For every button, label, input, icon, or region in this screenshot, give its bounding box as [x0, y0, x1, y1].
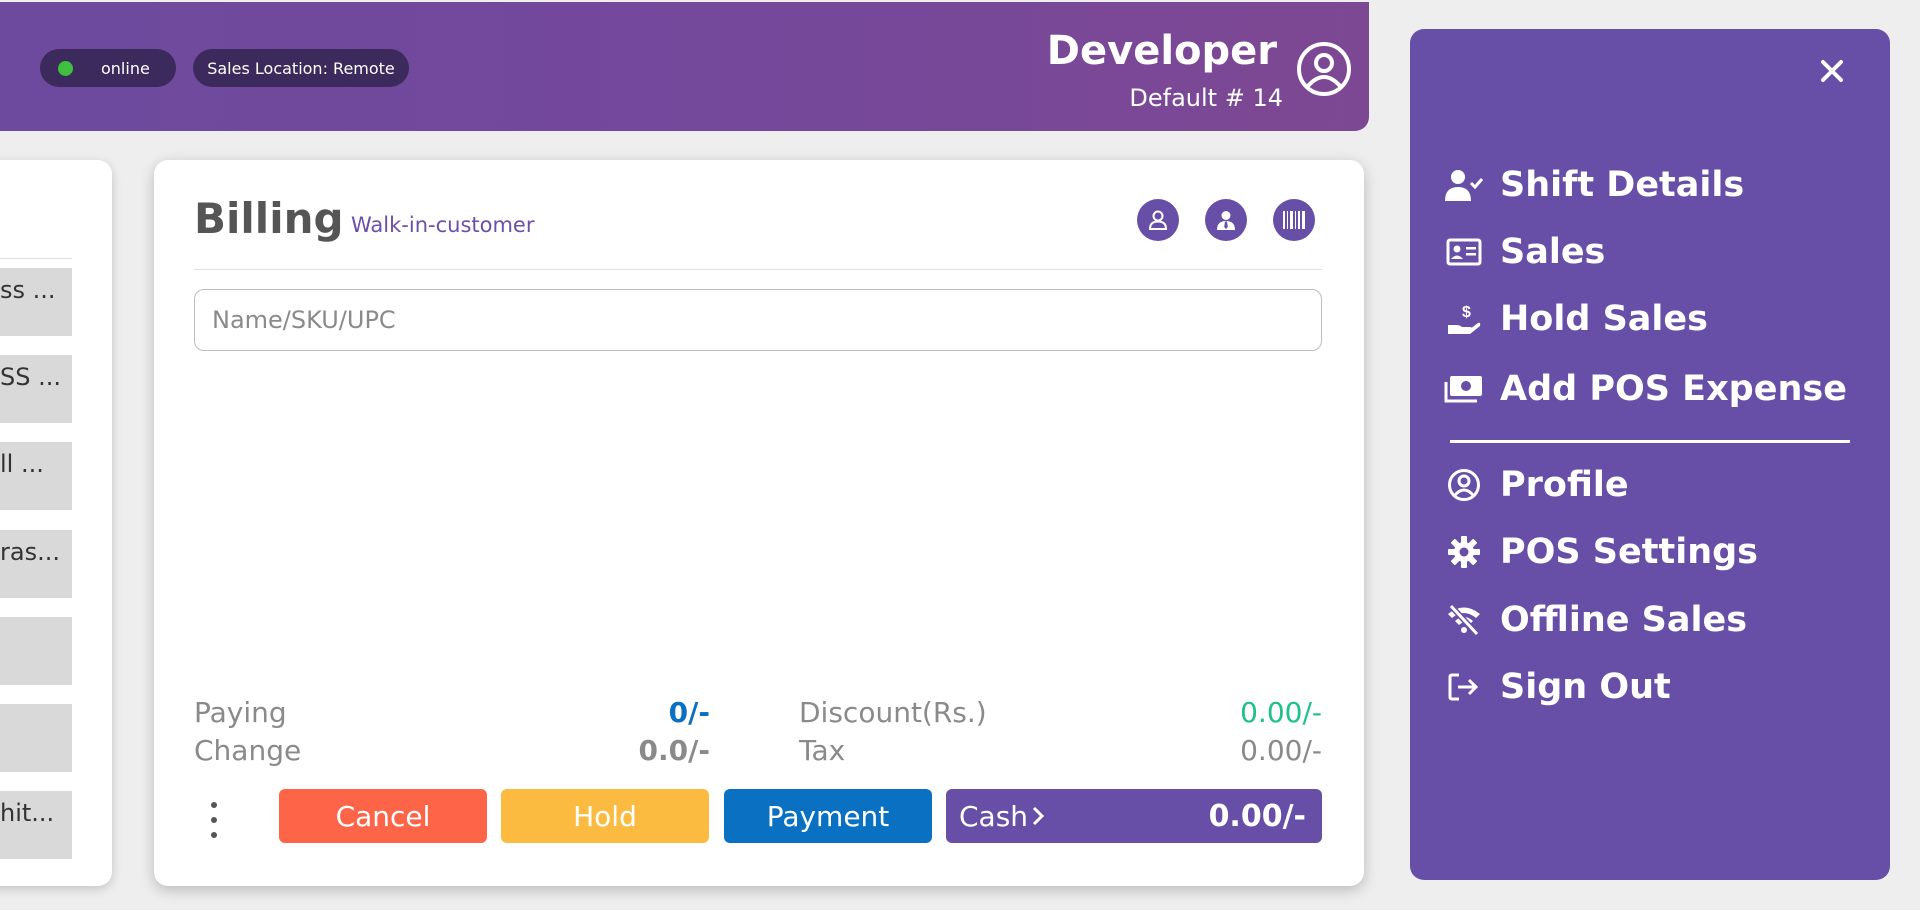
menu-item-shift-details[interactable]: Shift Details: [1444, 165, 1744, 205]
product-tile[interactable]: ss ...: [0, 268, 72, 336]
hold-button[interactable]: Hold: [501, 789, 709, 843]
cash-label: Cash: [959, 799, 1029, 833]
user-circle-icon: [1444, 465, 1484, 505]
online-status-dot: [58, 60, 73, 76]
menu-item-pos-settings[interactable]: POS Settings: [1444, 532, 1758, 572]
product-tile[interactable]: ras...: [0, 530, 72, 598]
menu-divider: [1450, 440, 1850, 443]
cash-amount: 0.00/-: [1208, 798, 1306, 834]
product-tile[interactable]: hit...: [0, 791, 72, 859]
change-label: Change: [194, 734, 302, 767]
id-card-icon: [1444, 232, 1484, 272]
wifi-off-icon: [1444, 600, 1484, 640]
billing-card: Billing Walk-in-customer Paying 0/- Chan…: [154, 160, 1364, 886]
top-header: online Sales Location: Remote Developer …: [0, 2, 1369, 131]
chevron-right-icon: [1032, 806, 1045, 826]
hand-dollar-icon: $: [1444, 299, 1484, 339]
cash-button[interactable]: Cash 0.00/-: [946, 789, 1322, 843]
menu-item-label: POS Settings: [1500, 532, 1759, 572]
sign-out-icon: [1444, 667, 1484, 707]
svg-text:$: $: [1462, 304, 1471, 321]
billing-customer-link[interactable]: Walk-in-customer: [351, 213, 534, 237]
menu-item-label: Shift Details: [1500, 165, 1745, 205]
product-panel: ss ... SS ... ll ... ras... hit...: [0, 160, 112, 886]
tax-label: Tax: [799, 734, 846, 767]
money-icon: [1444, 369, 1484, 409]
menu-item-hold-sales[interactable]: $ Hold Sales: [1444, 299, 1708, 339]
close-icon: [1821, 60, 1843, 82]
barcode-icon: [1283, 211, 1305, 229]
online-status-label: online: [101, 58, 150, 78]
menu-item-label: Profile: [1500, 465, 1629, 505]
discount-value[interactable]: 0.00/-: [1240, 696, 1322, 729]
user-avatar-icon[interactable]: [1295, 40, 1353, 98]
sales-location-label: Sales Location: Remote: [207, 58, 395, 78]
side-menu: Shift Details Sales $ Hold Sales Add POS…: [1410, 29, 1890, 880]
user-check-icon: [1444, 165, 1484, 205]
sales-location-pill: Sales Location: Remote: [193, 49, 409, 87]
menu-item-label: Offline Sales: [1500, 600, 1748, 640]
paying-value: 0/-: [668, 696, 710, 729]
user-name: Developer: [1046, 28, 1277, 74]
online-status-pill: online: [40, 49, 176, 87]
menu-item-label: Sign Out: [1500, 667, 1671, 707]
menu-item-sign-out[interactable]: Sign Out: [1444, 667, 1671, 707]
barcode-button[interactable]: [1273, 199, 1315, 241]
cancel-button[interactable]: Cancel: [279, 789, 487, 843]
menu-item-label: Hold Sales: [1500, 299, 1708, 339]
change-value: 0.0/-: [638, 734, 710, 767]
select-customer-button[interactable]: [1137, 199, 1179, 241]
menu-item-profile[interactable]: Profile: [1444, 465, 1629, 505]
product-tile[interactable]: [0, 704, 72, 772]
discount-label: Discount(Rs.): [799, 696, 987, 729]
close-menu-button[interactable]: [1812, 51, 1852, 91]
menu-item-label: Sales: [1500, 232, 1606, 272]
user-tie-icon: [1217, 211, 1235, 230]
menu-item-offline-sales[interactable]: Offline Sales: [1444, 600, 1747, 640]
payment-button[interactable]: Payment: [724, 789, 932, 843]
product-tile[interactable]: SS ...: [0, 355, 72, 423]
product-search-input[interactable]: [194, 289, 1322, 351]
salesperson-button[interactable]: [1205, 199, 1247, 241]
menu-item-sales[interactable]: Sales: [1444, 232, 1605, 272]
paying-label: Paying: [194, 696, 287, 729]
gear-icon: [1444, 532, 1484, 572]
billing-title: Billing: [194, 194, 344, 243]
billing-divider: [194, 269, 1322, 270]
menu-item-add-pos-expense[interactable]: Add POS Expense: [1444, 369, 1847, 409]
user-outline-icon: [1148, 210, 1168, 230]
product-panel-divider: [0, 258, 72, 259]
menu-item-label: Add POS Expense: [1500, 369, 1847, 409]
tax-value: 0.00/-: [1240, 734, 1322, 767]
product-tile[interactable]: ll ...: [0, 442, 72, 510]
product-tile[interactable]: [0, 617, 72, 685]
more-options-icon[interactable]: [208, 802, 220, 838]
user-register: Default # 14: [1129, 84, 1283, 112]
